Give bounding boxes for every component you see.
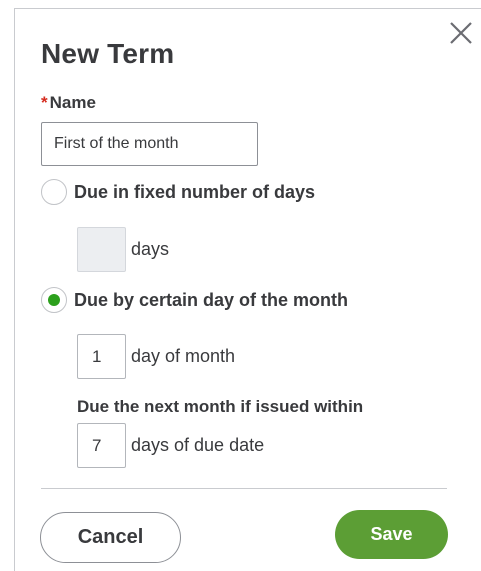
fixed-days-suffix: days: [131, 239, 170, 259]
radio-fixed-days-circle[interactable]: [41, 179, 67, 205]
cancel-button[interactable]: Cancel: [40, 512, 181, 563]
day-of-month-suffix: day of month: [131, 346, 236, 366]
radio-certain-day[interactable]: Due by certain day of the month: [41, 287, 348, 313]
new-term-dialog: New Term *Name Due in fixed number of da…: [0, 0, 481, 571]
dialog-top-border: [14, 8, 481, 9]
day-of-month-input[interactable]: [77, 334, 126, 379]
radio-certain-day-label: Due by certain day of the month: [74, 289, 349, 310]
radio-fixed-days[interactable]: Due in fixed number of days: [41, 179, 315, 205]
save-button[interactable]: Save: [335, 510, 448, 559]
name-input[interactable]: [41, 122, 258, 166]
name-label-text: Name: [49, 93, 96, 112]
required-marker: *: [41, 93, 48, 112]
radio-fixed-days-label: Due in fixed number of days: [74, 181, 316, 202]
close-icon[interactable]: [446, 18, 476, 48]
name-label: * Name: [41, 93, 96, 113]
dialog-left-border: [14, 8, 15, 571]
next-month-heading: Due the next month if issued within: [77, 397, 364, 416]
dialog-title: New Term: [41, 38, 175, 69]
days-within-suffix: days of due date: [131, 435, 265, 455]
days-within-input[interactable]: [77, 423, 126, 468]
fixed-days-input[interactable]: [77, 227, 126, 272]
footer-divider: [41, 488, 447, 489]
radio-certain-day-circle[interactable]: [41, 287, 67, 313]
